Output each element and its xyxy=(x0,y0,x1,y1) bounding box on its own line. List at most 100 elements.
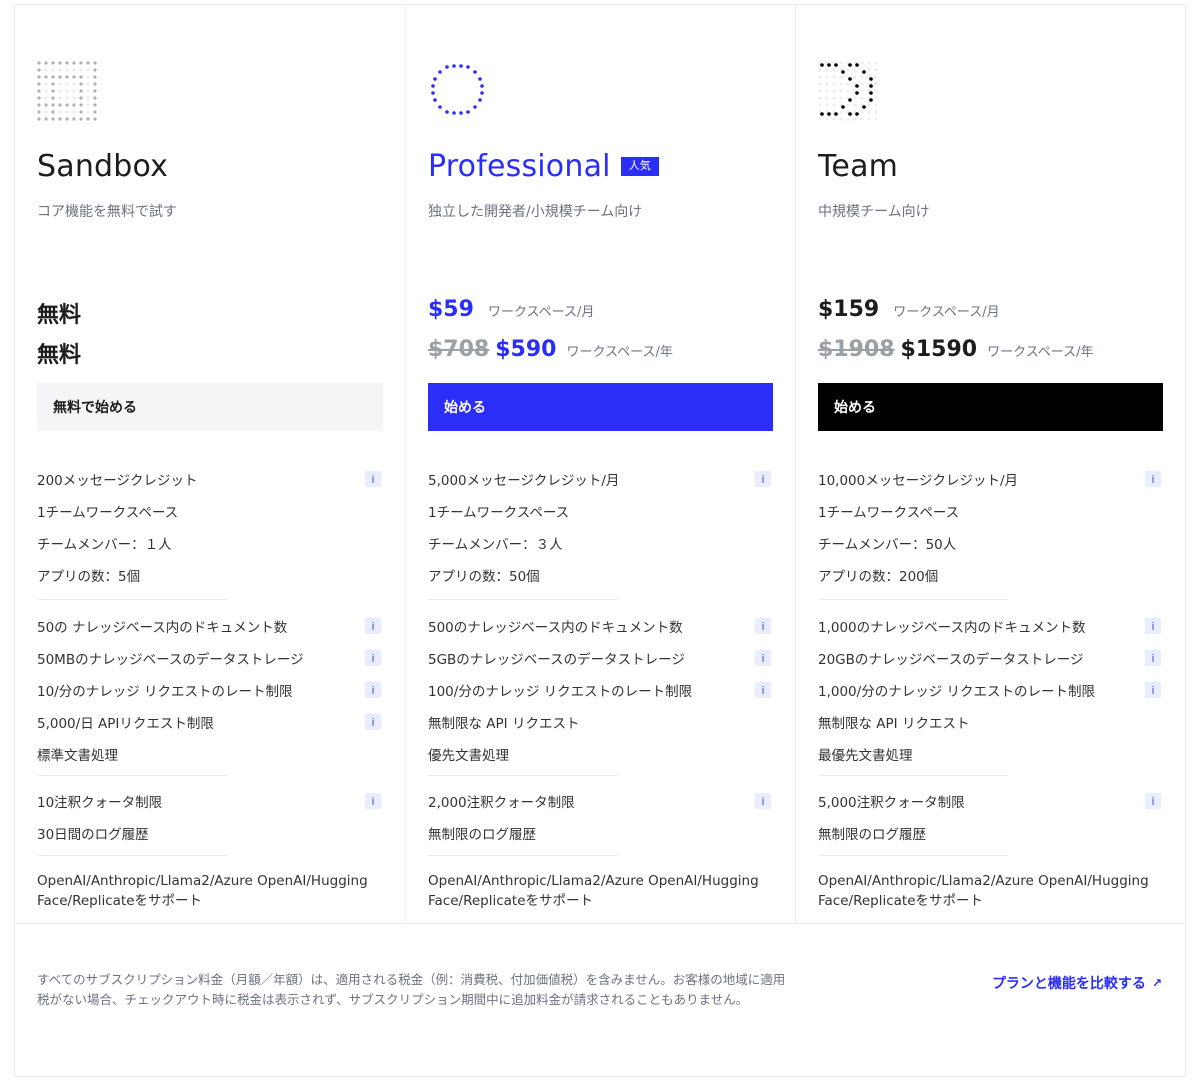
feature-text: 1,000のナレッジベース内のドキュメント数 xyxy=(818,620,1086,636)
monthly-price: $59 xyxy=(428,297,474,322)
feature-item: 50の ナレッジベース内のドキュメント数 i xyxy=(37,616,383,636)
info-icon[interactable]: i xyxy=(1145,650,1161,666)
info-icon[interactable]: i xyxy=(1145,618,1161,634)
feature-text: 2,000注釈クォータ制限 xyxy=(428,795,575,811)
professional-plan-icon xyxy=(431,64,484,115)
feature-item: 無制限な API リクエスト xyxy=(818,712,1163,732)
feature-text: 500のナレッジベース内のドキュメント数 xyxy=(428,620,683,636)
feature-item: 無制限のログ履歴 xyxy=(428,823,773,843)
feature-text: 標準文書処理 xyxy=(37,748,118,764)
info-icon[interactable]: i xyxy=(365,682,381,698)
start-team-button[interactable]: 始める xyxy=(818,383,1163,431)
yearly-unit: ワークスペース/年 xyxy=(987,345,1094,360)
plan-name: Professional xyxy=(428,149,611,184)
info-icon[interactable]: i xyxy=(1145,682,1161,698)
info-icon[interactable]: i xyxy=(365,793,381,809)
yearly-price: $590 xyxy=(495,337,557,362)
team-plan-icon xyxy=(818,61,878,121)
start-professional-button[interactable]: 始める xyxy=(428,383,773,431)
yearly-unit: ワークスペース/年 xyxy=(566,345,673,360)
feature-text: 1,000/分のナレッジ リクエストのレート制限 xyxy=(818,684,1095,700)
feature-item: 10,000メッセージクレジット/月 i xyxy=(818,469,1163,489)
info-icon[interactable]: i xyxy=(365,618,381,634)
feature-item: 5,000メッセージクレジット/月 i xyxy=(428,469,773,489)
feature-item: 標準文書処理 xyxy=(37,744,383,764)
compare-plans-label: プランと機能を比較する xyxy=(991,976,1146,992)
feature-item: 無制限な API リクエスト xyxy=(428,712,773,732)
info-icon[interactable]: i xyxy=(1145,793,1161,809)
feature-item: 5,000/日 APIリクエスト制限 i xyxy=(37,712,383,732)
price-free: 無料 xyxy=(37,303,82,328)
feature-text: 最優先文書処理 xyxy=(818,748,913,764)
original-yearly-price: $708 xyxy=(428,337,490,362)
feature-item: 1チームワークスペース xyxy=(818,501,1163,521)
feature-text: 5,000/日 APIリクエスト制限 xyxy=(37,716,214,732)
feature-text: 5,000メッセージクレジット/月 xyxy=(428,473,620,489)
feature-item: 1チームワークスペース xyxy=(37,501,383,521)
feature-text: 10,000メッセージクレジット/月 xyxy=(818,473,1019,489)
info-icon[interactable]: i xyxy=(755,682,771,698)
feature-text: 無制限のログ履歴 xyxy=(428,827,536,843)
feature-text: 50の ナレッジベース内のドキュメント数 xyxy=(37,620,288,636)
feature-item: アプリの数：200個 xyxy=(818,565,1163,585)
monthly-unit: ワークスペース/月 xyxy=(487,305,595,320)
feature-text: 5,000注釈クォータ制限 xyxy=(818,795,965,811)
feature-text: チームメンバー：３人 xyxy=(428,537,563,553)
feature-item: 1,000のナレッジベース内のドキュメント数 i xyxy=(818,616,1163,636)
start-free-button[interactable]: 無料で始める xyxy=(37,383,383,431)
feature-text: 無制限のログ履歴 xyxy=(818,827,926,843)
feature-item: 1,000/分のナレッジ リクエストのレート制限 i xyxy=(818,680,1163,700)
feature-text: 10/分のナレッジ リクエストのレート制限 xyxy=(37,684,293,700)
feature-item: 200メッセージクレジット i xyxy=(37,469,383,489)
feature-divider xyxy=(37,775,227,776)
feature-item: 無制限のログ履歴 xyxy=(818,823,1163,843)
feature-divider xyxy=(818,775,1008,776)
price-free-yearly: 無料 xyxy=(37,343,82,368)
feature-text: チームメンバー：１人 xyxy=(37,537,172,553)
divider xyxy=(14,1076,1186,1077)
feature-text: 20GBのナレッジベースのデータストレージ xyxy=(818,652,1084,668)
feature-item: 最優先文書処理 xyxy=(818,744,1163,764)
feature-item: 50MBのナレッジベースのデータストレージ i xyxy=(37,648,383,668)
feature-item: 10注釈クォータ制限 i xyxy=(37,791,383,811)
info-icon[interactable]: i xyxy=(365,650,381,666)
monthly-unit: ワークスペース/月 xyxy=(893,305,1000,320)
feature-divider xyxy=(818,599,1008,600)
info-icon[interactable]: i xyxy=(755,471,771,487)
plan-description: 中規模チーム向け xyxy=(818,204,930,220)
info-icon[interactable]: i xyxy=(365,714,381,730)
feature-divider xyxy=(428,855,618,856)
feature-text: 優先文書処理 xyxy=(428,748,509,764)
feature-text: アプリの数：5個 xyxy=(37,569,141,585)
supported-models: OpenAI/Anthropic/Llama2/Azure OpenAI/Hug… xyxy=(818,873,1149,909)
feature-item: チームメンバー：３人 xyxy=(428,533,773,553)
feature-text: 5GBのナレッジベースのデータストレージ xyxy=(428,652,685,668)
feature-item: チームメンバー：１人 xyxy=(37,533,383,553)
supported-models: OpenAI/Anthropic/Llama2/Azure OpenAI/Hug… xyxy=(428,873,759,909)
plan-description: コア機能を無料で試す xyxy=(37,204,177,220)
info-icon[interactable]: i xyxy=(1145,471,1161,487)
feature-text: 無制限な API リクエスト xyxy=(428,716,580,732)
info-icon[interactable]: i xyxy=(755,618,771,634)
feature-item: アプリの数：50個 xyxy=(428,565,773,585)
feature-divider xyxy=(37,599,227,600)
info-icon[interactable]: i xyxy=(755,793,771,809)
feature-item: 5GBのナレッジベースのデータストレージ i xyxy=(428,648,773,668)
feature-text: 1チームワークスペース xyxy=(818,505,960,521)
sandbox-plan-icon xyxy=(37,61,97,121)
original-yearly-price: $1908 xyxy=(818,337,895,362)
compare-plans-link[interactable]: プランと機能を比較する ↗ xyxy=(992,973,1162,993)
feature-item: 1チームワークスペース xyxy=(428,501,773,521)
feature-item: アプリの数：5個 xyxy=(37,565,383,585)
feature-item: 優先文書処理 xyxy=(428,744,773,764)
info-icon[interactable]: i xyxy=(755,650,771,666)
plan-name: Team xyxy=(818,149,899,184)
plan-card-professional: Professional 人気 独立した開発者/小規模チーム向け $59 ワーク… xyxy=(405,5,795,923)
info-icon[interactable]: i xyxy=(365,471,381,487)
feature-text: アプリの数：200個 xyxy=(818,569,939,585)
feature-text: 無制限な API リクエスト xyxy=(818,716,970,732)
feature-text: アプリの数：50個 xyxy=(428,569,540,585)
plan-card-sandbox: Sandbox コア機能を無料で試す 無料 無料 無料で始める OpenAI/A… xyxy=(15,5,405,923)
feature-text: 200メッセージクレジット xyxy=(37,473,198,489)
plan-description: 独立した開発者/小規模チーム向け xyxy=(428,204,643,220)
